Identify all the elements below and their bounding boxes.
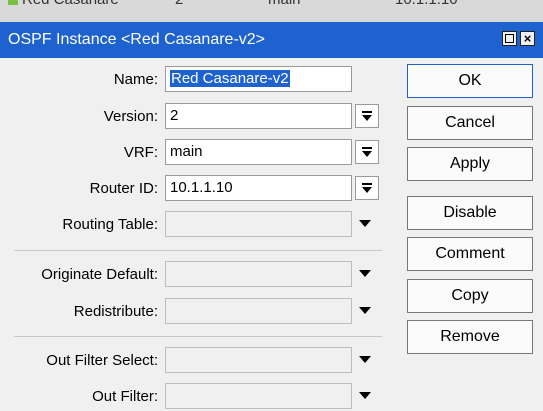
redistribute-label: Redistribute: <box>73 303 158 320</box>
router-id-label: Router ID: <box>89 180 158 197</box>
routing-table-dropdown-icon[interactable] <box>359 220 371 227</box>
out-filter-dropdown-icon[interactable] <box>359 392 371 399</box>
cancel-button[interactable]: Cancel <box>407 106 533 140</box>
version-row: Version: 2 <box>0 103 400 131</box>
originate-default-label: Originate Default: <box>41 266 158 283</box>
routing-table-row: Routing Table: <box>0 211 400 239</box>
version-label: Version: <box>103 108 158 125</box>
ok-button[interactable]: OK <box>407 64 533 98</box>
originate-default-row: Originate Default: <box>0 261 400 289</box>
apply-button[interactable]: Apply <box>407 147 533 181</box>
redistribute-row: Redistribute: <box>0 298 400 326</box>
status-flag-icon <box>8 0 18 5</box>
restore-icon[interactable] <box>502 31 517 46</box>
router-id-field[interactable]: 10.1.1.10 <box>165 175 352 201</box>
name-value: Red Casanare-v2 <box>170 70 290 87</box>
ospf-instance-form: Name: Red Casanare-v2 Version: 2 VRF: ma… <box>0 58 400 409</box>
version-dropdown-icon[interactable] <box>355 104 379 128</box>
comment-button[interactable]: Comment <box>407 237 533 271</box>
bg-cell-vrf: main <box>268 0 301 9</box>
window-title-bar[interactable]: OSPF Instance <Red Casanare-v2> × <box>0 22 543 58</box>
out-filter-select-dropdown-icon[interactable] <box>359 356 371 363</box>
name-field[interactable]: Red Casanare-v2 <box>165 66 352 92</box>
name-row: Name: Red Casanare-v2 <box>0 66 400 94</box>
version-field[interactable]: 2 <box>165 103 352 129</box>
router-id-row: Router ID: 10.1.1.10 <box>0 175 400 203</box>
bg-cell-name: Red Casanare <box>22 0 119 9</box>
redistribute-dropdown-icon[interactable] <box>359 307 371 314</box>
close-icon[interactable]: × <box>520 31 535 46</box>
section-divider <box>14 336 382 337</box>
out-filter-select-field[interactable] <box>165 347 352 373</box>
remove-button[interactable]: Remove <box>407 320 533 354</box>
background-table-row: Red Casanare 2 main 10.1.1.10 <box>0 0 543 22</box>
routing-table-label: Routing Table: <box>62 216 158 233</box>
router-id-dropdown-icon[interactable] <box>355 176 379 200</box>
originate-default-field[interactable] <box>165 261 352 287</box>
vrf-row: VRF: main <box>0 139 400 167</box>
bg-cell-version: 2 <box>175 0 183 9</box>
vrf-label: VRF: <box>123 144 158 161</box>
redistribute-field[interactable] <box>165 298 352 324</box>
vrf-dropdown-icon[interactable] <box>355 140 379 164</box>
originate-default-dropdown-icon[interactable] <box>359 270 371 277</box>
routing-table-field[interactable] <box>165 211 352 237</box>
bg-cell-router-id: 10.1.1.10 <box>395 0 458 9</box>
out-filter-select-row: Out Filter Select: <box>0 347 400 375</box>
disable-button[interactable]: Disable <box>407 196 533 230</box>
out-filter-select-label: Out Filter Select: <box>46 352 158 369</box>
window-title: OSPF Instance <Red Casanare-v2> <box>8 31 266 48</box>
out-filter-label: Out Filter: <box>92 388 158 405</box>
name-label: Name: <box>113 71 158 88</box>
vrf-field[interactable]: main <box>165 139 352 165</box>
out-filter-field[interactable] <box>165 383 352 409</box>
copy-button[interactable]: Copy <box>407 279 533 313</box>
section-divider <box>14 250 382 251</box>
